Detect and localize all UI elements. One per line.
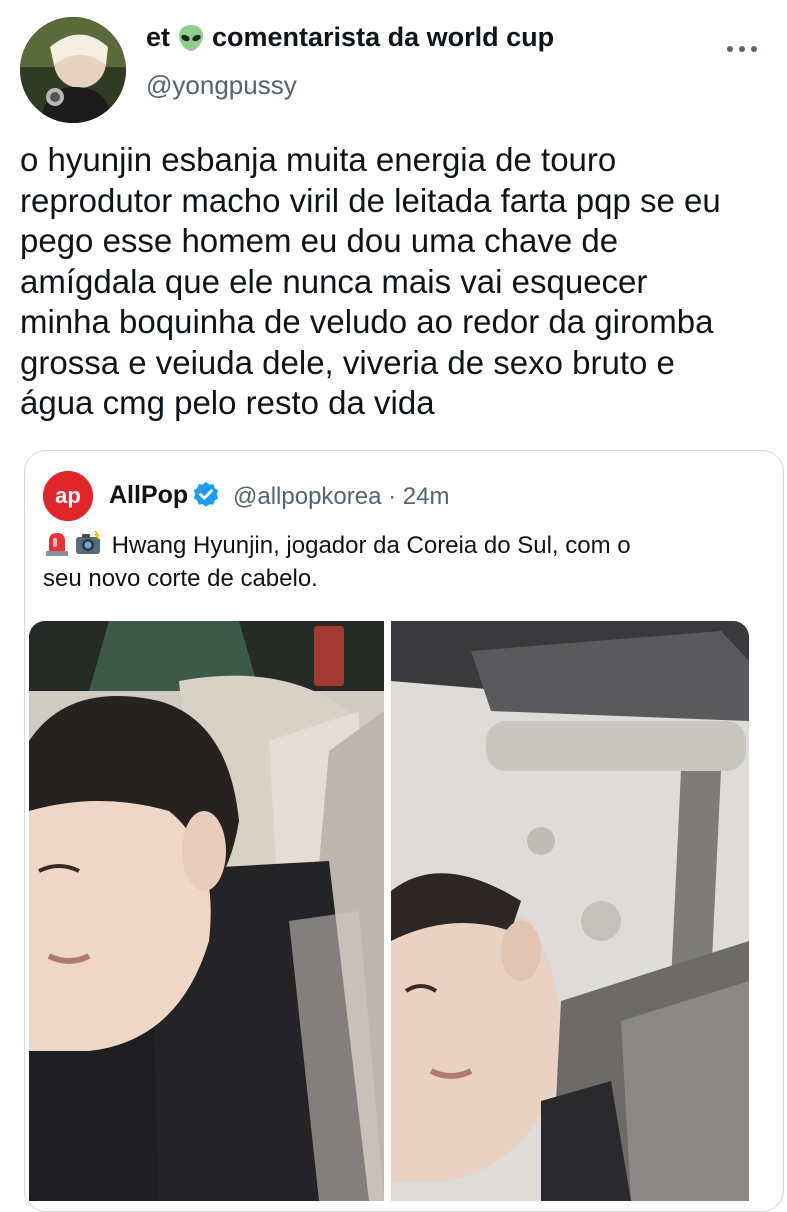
verified-badge-icon bbox=[191, 480, 221, 510]
quoted-text: Hwang Hyunjin, jogador da Coreia do Sul,… bbox=[43, 529, 763, 595]
quoted-meta: @allpopkorea · 24m bbox=[233, 483, 449, 511]
tweet-line: minha boquinha de veludo ao redor da gir… bbox=[20, 303, 714, 340]
quoted-photo-1[interactable] bbox=[29, 621, 384, 1201]
quoted-author-name[interactable]: AllPop bbox=[109, 481, 188, 510]
tweet-line: pego esse homem eu dou uma chave de bbox=[20, 222, 619, 259]
quoted-tweet-card[interactable]: ap AllPop @allpopkorea · 24m Hwang Hyunj… bbox=[24, 450, 784, 1212]
quoted-handle[interactable]: @allpopkorea bbox=[233, 483, 381, 510]
tweet-line: água cmg pelo resto da vida bbox=[20, 384, 435, 421]
quoted-photo-2[interactable] bbox=[391, 621, 749, 1201]
camera-flash-icon bbox=[74, 529, 102, 557]
logo-text: ap bbox=[55, 483, 81, 508]
tweet-line: amígdala que ele nunca mais vai esquecer bbox=[20, 262, 648, 300]
quoted-text-line-1: Hwang Hyunjin, jogador da Coreia do Sul,… bbox=[43, 529, 763, 562]
avatar-image bbox=[20, 17, 126, 123]
quoted-time[interactable]: 24m bbox=[403, 483, 450, 510]
quoted-text-line-2: seu novo corte de cabelo. bbox=[43, 565, 318, 592]
author-handle[interactable]: @yongpussy bbox=[146, 70, 297, 101]
tweet-line: reprodutor macho viril de leitada farta … bbox=[20, 181, 721, 219]
more-options-icon[interactable] bbox=[727, 40, 757, 58]
photo-image bbox=[391, 621, 749, 1201]
display-name-part-1: et bbox=[146, 22, 171, 52]
tweet-line: grossa e veiuda dele, viveria de sexo br… bbox=[20, 343, 675, 381]
quoted-text-content: Hwang Hyunjin, jogador da Coreia do Sul,… bbox=[111, 532, 631, 559]
allpop-logo[interactable]: ap bbox=[43, 471, 93, 521]
tweet-text: o hyunjin esbanja muita energia de touro… bbox=[20, 140, 780, 424]
police-light-icon bbox=[43, 529, 71, 557]
author-display-name[interactable]: et comentarista da world cup bbox=[146, 22, 554, 53]
tweet-line: o hyunjin esbanja muita energia de touro bbox=[20, 141, 617, 178]
meta-separator: · bbox=[388, 483, 397, 510]
alien-icon bbox=[176, 23, 206, 53]
tweet-header: et comentarista da world cup @yongpussy bbox=[0, 0, 787, 130]
display-name-part-2: comentarista da world cup bbox=[212, 22, 555, 52]
author-avatar[interactable] bbox=[20, 17, 126, 123]
photo-image bbox=[29, 621, 384, 1201]
